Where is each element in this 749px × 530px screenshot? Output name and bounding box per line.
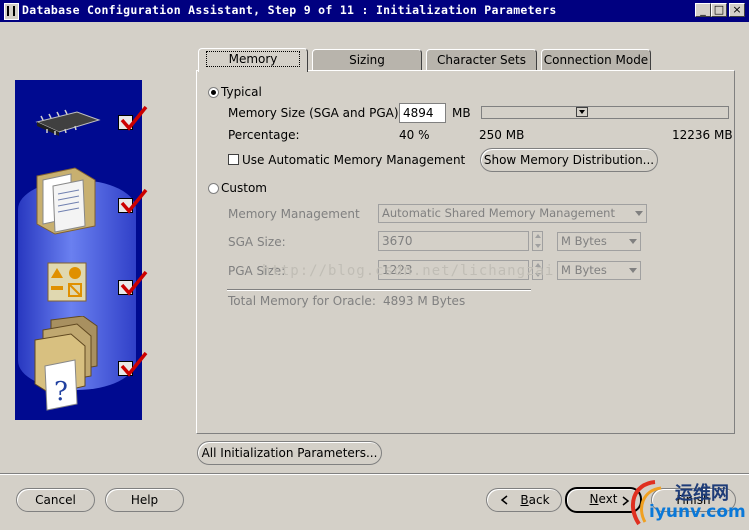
memory-management-label: Memory Management [228,207,360,221]
tab-memory-label: Memory [205,51,301,67]
total-memory-label: Total Memory for Oracle: [228,294,376,308]
use-amm-label: Use Automatic Memory Management [242,153,466,167]
total-memory-value: 4893 M Bytes [383,294,466,308]
pga-unit-select[interactable]: M Bytes [557,261,641,280]
documents-folder-icon [36,167,96,235]
slider-thumb[interactable] [576,107,588,117]
chevron-down-icon [629,239,637,244]
typical-label: Typical [221,85,262,99]
slider-min-label: 250 MB [479,128,525,142]
tab-character-sets[interactable]: Character Sets [426,49,537,71]
sga-unit-select[interactable]: M Bytes [557,232,641,251]
sga-size-input[interactable]: 3670 [378,231,529,251]
memory-size-unit: MB [452,106,471,120]
help-button[interactable]: Help [105,488,184,512]
custom-label: Custom [221,181,267,195]
red-checkmark-icon [120,270,148,296]
memory-size-label: Memory Size (SGA and PGA): [228,106,403,120]
back-mnemonic: B [520,493,529,507]
red-checkmark-icon [120,351,148,377]
memory-tab-panel [196,70,735,434]
watermark-text: http://blog.csdn.net/lichangzai [262,263,555,279]
red-checkmark-icon [120,188,148,214]
tab-sizing[interactable]: Sizing [312,49,422,71]
next-label: ext [598,492,618,506]
memory-slider[interactable] [481,106,729,119]
footer-divider [0,473,749,475]
app-icon [4,3,19,20]
window-title: Database Configuration Assistant, Step 9… [22,3,557,17]
sga-size-label: SGA Size: [228,235,286,249]
minimize-button[interactable]: _ [695,3,711,17]
maximize-button[interactable]: □ [711,3,727,17]
typical-radio[interactable] [208,87,219,98]
svg-text:?: ? [54,377,68,407]
chevron-down-icon [629,268,637,273]
memory-management-value: Automatic Shared Memory Management [382,206,615,220]
all-initialization-parameters-button[interactable]: All Initialization Parameters... [197,441,382,465]
iyunv-logo: 运维网 iyunv.com [625,476,749,530]
show-memory-distribution-button[interactable]: Show Memory Distribution... [480,148,658,172]
use-amm-checkbox[interactable] [228,154,239,165]
sga-unit-value: M Bytes [561,234,607,248]
sga-size-spinner[interactable] [532,231,543,251]
logo-url-text: iyunv.com [649,502,746,522]
percentage-value: 40 % [399,128,430,142]
title-bar: Database Configuration Assistant, Step 9… [0,0,749,22]
next-mnemonic: N [589,492,599,506]
back-label: ack [528,493,550,507]
tab-connection-mode[interactable]: Connection Mode [541,49,651,71]
pga-unit-value: M Bytes [561,263,607,277]
shapes-icon [47,262,87,302]
divider [227,289,531,291]
slider-max-label: 12236 MB [672,128,733,142]
percentage-label: Percentage: [228,128,300,142]
folders-question-icon: ? [34,316,98,411]
custom-radio[interactable] [208,183,219,194]
chevron-down-icon [635,211,643,216]
back-button[interactable]: Back [486,488,562,512]
memory-management-select[interactable]: Automatic Shared Memory Management [378,204,647,223]
memory-size-input[interactable]: 4894 [399,103,446,123]
tab-memory[interactable]: Memory [198,48,308,72]
chip-icon [35,109,101,136]
red-checkmark-icon [120,105,148,131]
cancel-button[interactable]: Cancel [16,488,95,512]
close-button[interactable]: × [729,3,745,17]
chevron-left-icon [500,495,508,505]
